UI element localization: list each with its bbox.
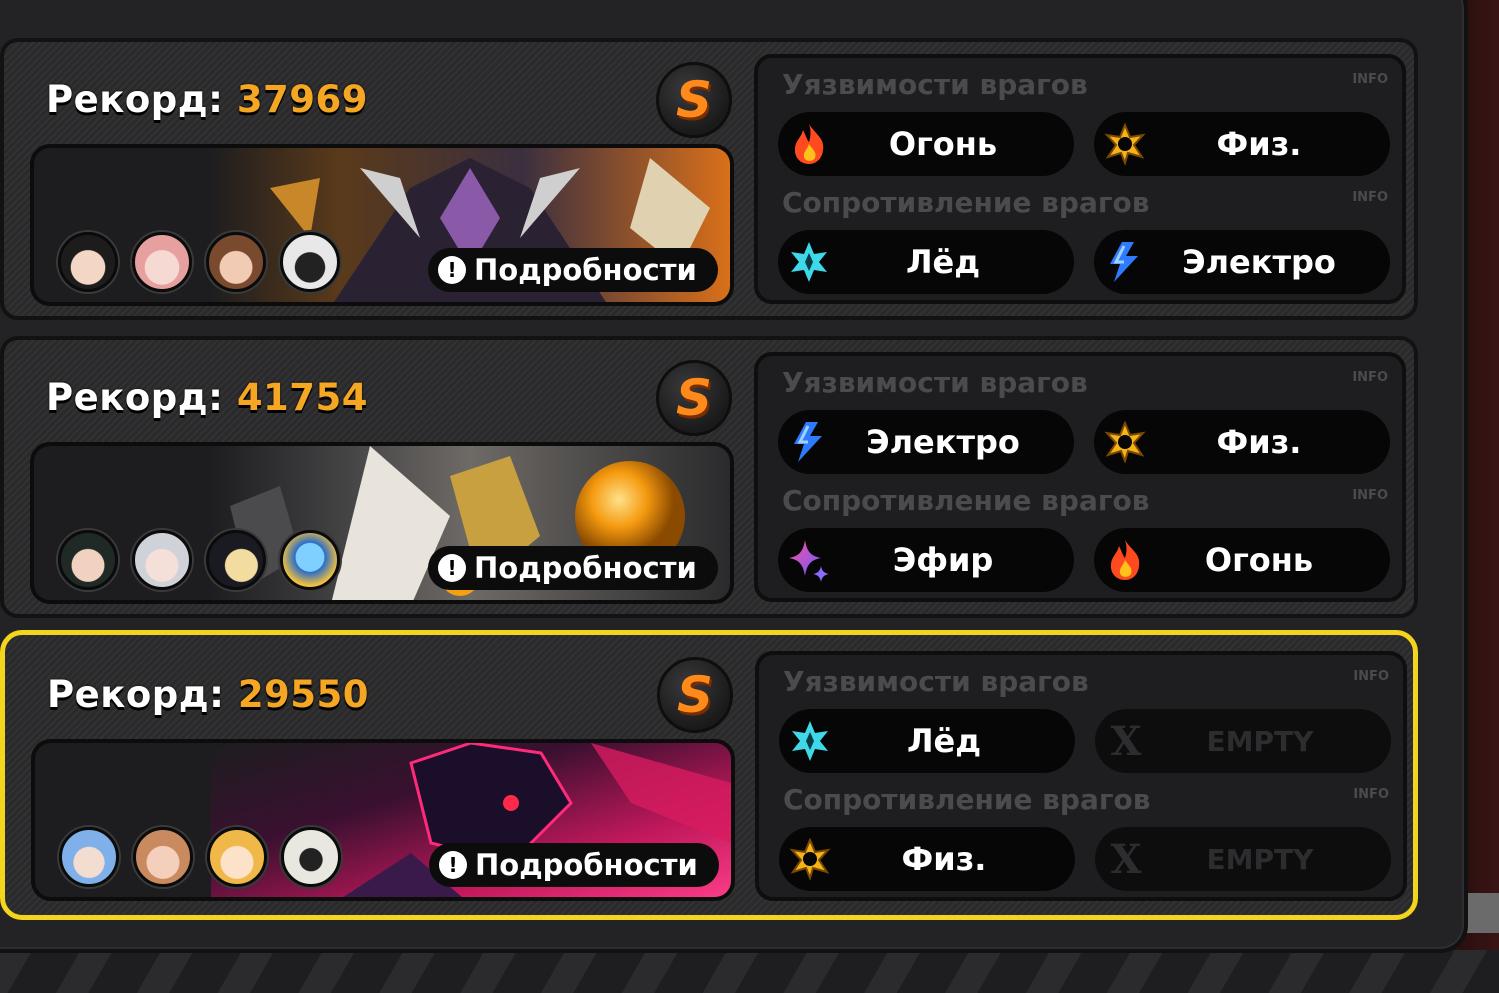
alert-icon: ! xyxy=(438,256,466,284)
avatar xyxy=(132,232,192,292)
team-avatars xyxy=(58,232,340,292)
ice-icon xyxy=(787,718,833,764)
avatar xyxy=(280,530,340,590)
empty-x-icon: X xyxy=(1110,835,1142,883)
ether-icon xyxy=(786,537,832,583)
team-avatars xyxy=(59,827,341,887)
resistance-title: Сопротивление врагов xyxy=(782,186,1150,219)
empty-x-icon: X xyxy=(1110,717,1142,765)
resistance-info-link[interactable]: INFO xyxy=(1353,787,1389,802)
rank-badge: S xyxy=(657,657,733,733)
team-banner: ! Подробности xyxy=(31,739,735,901)
resistance-title: Сопротивление врагов xyxy=(783,783,1151,816)
weakness-pill: Электро xyxy=(778,410,1074,474)
avatar xyxy=(207,827,267,887)
avatar xyxy=(281,827,341,887)
record-card-2[interactable]: Рекорд: 41754 S ! Подробности Уязвимости xyxy=(0,336,1418,618)
weakness-pill: Огонь xyxy=(778,112,1074,176)
details-button[interactable]: ! Подробности xyxy=(428,248,718,292)
weakness-info-link[interactable]: INFO xyxy=(1352,370,1388,385)
resistance-pill: Огонь xyxy=(1094,528,1390,592)
avatar xyxy=(206,232,266,292)
record-label: Рекорд: 29550 xyxy=(47,673,370,716)
weakness-info-link[interactable]: INFO xyxy=(1353,669,1389,684)
physical-icon xyxy=(1102,121,1148,167)
weakness-pill: Физ. xyxy=(1094,410,1390,474)
record-value: 29550 xyxy=(237,673,370,716)
bottom-decoration xyxy=(0,950,1499,993)
resistance-pill-empty: X EMPTY xyxy=(1095,827,1391,891)
electric-icon xyxy=(786,419,832,465)
team-banner: ! Подробности xyxy=(30,144,734,306)
resistance-pill: Лёд xyxy=(778,230,1074,294)
enemy-info-panel: Уязвимости врагов INFO Огонь Физ. Сопрот… xyxy=(754,54,1406,304)
record-value: 41754 xyxy=(236,376,369,419)
team-avatars xyxy=(58,530,340,590)
weakness-pill: Лёд xyxy=(779,709,1075,773)
resistance-pill: Эфир xyxy=(778,528,1074,592)
alert-icon: ! xyxy=(439,851,467,879)
details-button[interactable]: ! Подробности xyxy=(429,843,719,887)
avatar xyxy=(206,530,266,590)
rank-badge: S xyxy=(656,360,732,436)
ice-icon xyxy=(786,239,832,285)
avatar xyxy=(280,232,340,292)
record-card-1[interactable]: Рекорд: 37969 S ! Подробности Уязвимости… xyxy=(0,38,1418,320)
resistance-pill: Электро xyxy=(1094,230,1390,294)
avatar xyxy=(59,827,119,887)
weakness-pill-empty: X EMPTY xyxy=(1095,709,1391,773)
weakness-title: Уязвимости врагов xyxy=(782,68,1088,101)
resistance-title: Сопротивление врагов xyxy=(782,484,1150,517)
resistance-pill: Физ. xyxy=(779,827,1075,891)
avatar xyxy=(58,530,118,590)
avatar xyxy=(133,827,193,887)
resistance-info-link[interactable]: INFO xyxy=(1352,190,1388,205)
weakness-pill: Физ. xyxy=(1094,112,1390,176)
weakness-title: Уязвимости врагов xyxy=(782,366,1088,399)
alert-icon: ! xyxy=(438,554,466,582)
fire-icon xyxy=(1102,537,1148,583)
rank-badge: S xyxy=(656,62,732,138)
electric-icon xyxy=(1102,239,1148,285)
enemy-info-panel: Уязвимости врагов INFO Электро Физ. Сопр… xyxy=(754,352,1406,602)
physical-icon xyxy=(787,836,833,882)
avatar xyxy=(132,530,192,590)
details-button[interactable]: ! Подробности xyxy=(428,546,718,590)
fire-icon xyxy=(786,121,832,167)
record-label: Рекорд: 41754 xyxy=(46,376,369,419)
weakness-title: Уязвимости врагов xyxy=(783,665,1089,698)
team-banner: ! Подробности xyxy=(30,442,734,604)
record-value: 37969 xyxy=(236,78,369,121)
weakness-info-link[interactable]: INFO xyxy=(1352,72,1388,87)
record-card-3[interactable]: Рекорд: 29550 S ! Подробности Уязвимости… xyxy=(0,630,1418,920)
record-label: Рекорд: 37969 xyxy=(46,78,369,121)
physical-icon xyxy=(1102,419,1148,465)
avatar xyxy=(58,232,118,292)
resistance-info-link[interactable]: INFO xyxy=(1352,488,1388,503)
enemy-info-panel: Уязвимости врагов INFO Лёд X EMPTY Сопро… xyxy=(755,651,1407,901)
